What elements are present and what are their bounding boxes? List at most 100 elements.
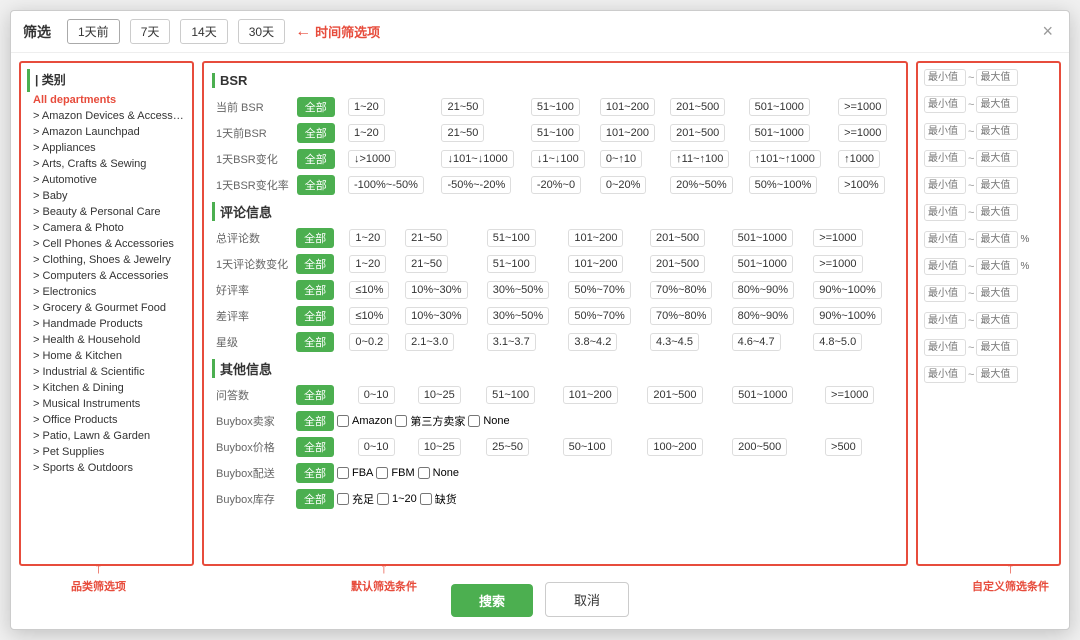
btn-all[interactable]: 全部 bbox=[297, 175, 335, 195]
category-item-15[interactable]: > Health & Household bbox=[27, 332, 186, 348]
checkbox-input[interactable] bbox=[395, 415, 407, 427]
category-item-1[interactable]: > Amazon Devices & Accessories bbox=[27, 108, 186, 124]
range-max-input[interactable] bbox=[976, 339, 1018, 356]
checkbox-input[interactable] bbox=[376, 467, 388, 479]
btn-range[interactable]: -50%~-20% bbox=[441, 176, 511, 194]
btn-range[interactable]: 0~10 bbox=[358, 438, 395, 456]
checkbox-input[interactable] bbox=[337, 493, 349, 505]
btn-range[interactable]: 51~100 bbox=[531, 124, 580, 142]
btn-range[interactable]: 21~50 bbox=[441, 98, 484, 116]
btn-range[interactable]: 20%~50% bbox=[670, 176, 732, 194]
category-item-10[interactable]: > Clothing, Shoes & Jewelry bbox=[27, 252, 186, 268]
range-max-input[interactable] bbox=[976, 123, 1018, 140]
btn-all[interactable]: 全部 bbox=[296, 332, 334, 352]
btn-range[interactable]: 51~100 bbox=[487, 255, 536, 273]
btn-all[interactable]: 全部 bbox=[296, 411, 334, 431]
category-item-13[interactable]: > Grocery & Gourmet Food bbox=[27, 300, 186, 316]
btn-range[interactable]: ≤10% bbox=[349, 281, 389, 299]
btn-range[interactable]: 50%~100% bbox=[749, 176, 818, 194]
btn-range[interactable]: >500 bbox=[825, 438, 862, 456]
btn-range[interactable]: >=1000 bbox=[838, 124, 887, 142]
category-item-20[interactable]: > Office Products bbox=[27, 412, 186, 428]
range-min-input[interactable] bbox=[924, 312, 966, 329]
btn-range[interactable]: 10%~30% bbox=[405, 281, 467, 299]
search-button[interactable]: 搜索 bbox=[451, 584, 533, 617]
btn-range[interactable]: 51~100 bbox=[486, 386, 535, 404]
btn-range[interactable]: ↓101~↓1000 bbox=[441, 150, 513, 168]
btn-range[interactable]: 501~1000 bbox=[732, 255, 793, 273]
range-max-input[interactable] bbox=[976, 96, 1018, 113]
btn-all[interactable]: 全部 bbox=[296, 385, 334, 405]
time-btn-30day[interactable]: 30天 bbox=[238, 19, 285, 44]
btn-range[interactable]: 3.1~3.7 bbox=[487, 333, 536, 351]
range-min-input[interactable] bbox=[924, 366, 966, 383]
btn-range[interactable]: 10~25 bbox=[418, 386, 461, 404]
range-max-input[interactable] bbox=[976, 150, 1018, 167]
range-min-input[interactable] bbox=[924, 177, 966, 194]
btn-range[interactable]: 4.6~4.7 bbox=[732, 333, 781, 351]
btn-range[interactable]: 1~20 bbox=[349, 255, 386, 273]
category-item-4[interactable]: > Arts, Crafts & Sewing bbox=[27, 156, 186, 172]
checkbox-input[interactable] bbox=[418, 467, 430, 479]
btn-all[interactable]: 全部 bbox=[296, 463, 334, 483]
btn-range[interactable]: ↑11~↑100 bbox=[670, 150, 729, 168]
time-btn-14day[interactable]: 14天 bbox=[180, 19, 227, 44]
btn-all[interactable]: 全部 bbox=[296, 489, 334, 509]
btn-range[interactable]: ↓1~↓100 bbox=[531, 150, 585, 168]
btn-all[interactable]: 全部 bbox=[296, 437, 334, 457]
btn-range[interactable]: 100~200 bbox=[647, 438, 702, 456]
category-item-9[interactable]: > Cell Phones & Accessories bbox=[27, 236, 186, 252]
btn-range[interactable]: 201~500 bbox=[647, 386, 702, 404]
btn-range[interactable]: ↓>1000 bbox=[348, 150, 396, 168]
category-item-6[interactable]: > Baby bbox=[27, 188, 186, 204]
btn-range[interactable]: -100%~-50% bbox=[348, 176, 424, 194]
checkbox-input[interactable] bbox=[377, 493, 389, 505]
btn-range[interactable]: >=1000 bbox=[813, 229, 862, 247]
range-max-input[interactable] bbox=[976, 177, 1018, 194]
category-item-8[interactable]: > Camera & Photo bbox=[27, 220, 186, 236]
category-item-23[interactable]: > Sports & Outdoors bbox=[27, 460, 186, 476]
btn-range[interactable]: 90%~100% bbox=[813, 281, 882, 299]
btn-range[interactable]: 101~200 bbox=[600, 98, 655, 116]
btn-all[interactable]: 全部 bbox=[296, 306, 334, 326]
checkbox-input[interactable] bbox=[337, 467, 349, 479]
category-item-12[interactable]: > Electronics bbox=[27, 284, 186, 300]
btn-range[interactable]: 0~↑10 bbox=[600, 150, 642, 168]
category-item-2[interactable]: > Amazon Launchpad bbox=[27, 124, 186, 140]
btn-range[interactable]: 201~500 bbox=[670, 98, 725, 116]
range-max-input[interactable] bbox=[976, 69, 1018, 86]
btn-range[interactable]: 501~1000 bbox=[732, 229, 793, 247]
btn-range[interactable]: 70%~80% bbox=[650, 307, 712, 325]
btn-all[interactable]: 全部 bbox=[296, 254, 334, 274]
btn-range[interactable]: 501~1000 bbox=[749, 124, 810, 142]
btn-all[interactable]: 全部 bbox=[297, 97, 335, 117]
btn-all[interactable]: 全部 bbox=[296, 228, 334, 248]
btn-range[interactable]: >100% bbox=[838, 176, 885, 194]
category-item-3[interactable]: > Appliances bbox=[27, 140, 186, 156]
btn-range[interactable]: 2.1~3.0 bbox=[405, 333, 454, 351]
range-max-input[interactable] bbox=[976, 258, 1018, 275]
btn-range[interactable]: 80%~90% bbox=[732, 281, 794, 299]
btn-range[interactable]: 50%~70% bbox=[568, 307, 630, 325]
btn-range[interactable]: 90%~100% bbox=[813, 307, 882, 325]
category-item-14[interactable]: > Handmade Products bbox=[27, 316, 186, 332]
btn-range[interactable]: >=1000 bbox=[838, 98, 887, 116]
btn-all[interactable]: 全部 bbox=[297, 123, 335, 143]
category-item-19[interactable]: > Musical Instruments bbox=[27, 396, 186, 412]
btn-range[interactable]: 101~200 bbox=[600, 124, 655, 142]
btn-range[interactable]: 30%~50% bbox=[487, 281, 549, 299]
btn-range[interactable]: 51~100 bbox=[487, 229, 536, 247]
range-min-input[interactable] bbox=[924, 204, 966, 221]
btn-range[interactable]: 3.8~4.2 bbox=[568, 333, 617, 351]
category-item-11[interactable]: > Computers & Accessories bbox=[27, 268, 186, 284]
time-btn-1day[interactable]: 1天前 bbox=[67, 19, 120, 44]
btn-range[interactable]: >=1000 bbox=[825, 386, 874, 404]
range-min-input[interactable] bbox=[924, 69, 966, 86]
range-max-input[interactable] bbox=[976, 312, 1018, 329]
btn-range[interactable]: 0~20% bbox=[600, 176, 647, 194]
btn-range[interactable]: 1~20 bbox=[348, 124, 385, 142]
time-btn-7day[interactable]: 7天 bbox=[130, 19, 171, 44]
btn-range[interactable]: 101~200 bbox=[563, 386, 618, 404]
category-item-18[interactable]: > Kitchen & Dining bbox=[27, 380, 186, 396]
btn-range[interactable]: 50~100 bbox=[563, 438, 612, 456]
